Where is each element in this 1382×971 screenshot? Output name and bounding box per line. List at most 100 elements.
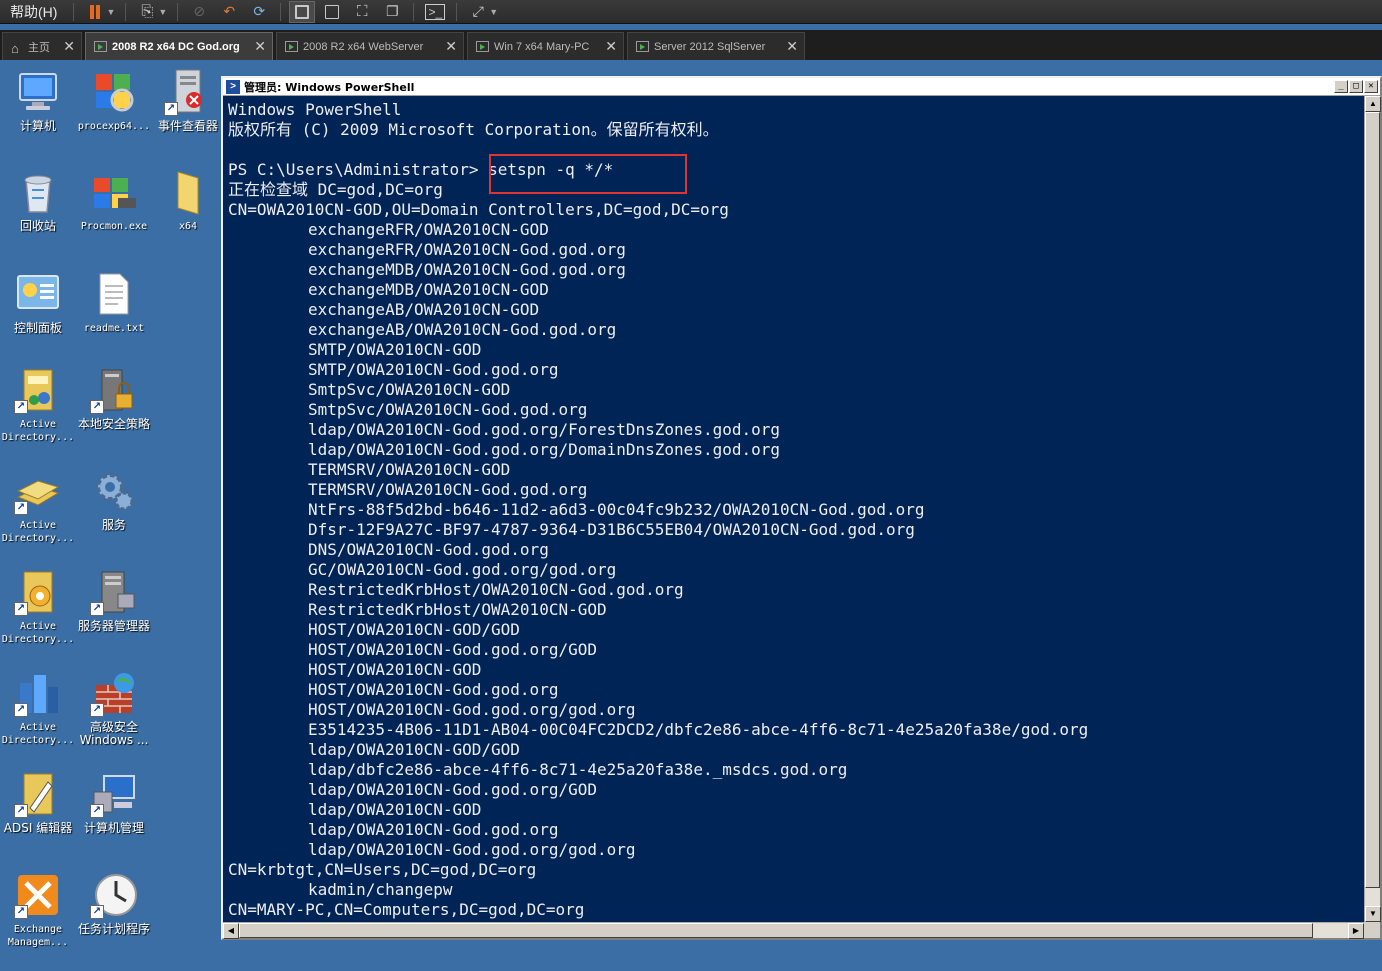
shortcut-arrow-icon: ↗ bbox=[90, 804, 104, 818]
command-highlight-box bbox=[489, 154, 687, 194]
desktop-icon-procexp[interactable]: procexp64... bbox=[76, 68, 152, 133]
ad-sites-icon: ↗ bbox=[14, 568, 62, 616]
revert-snapshot-icon[interactable]: ↶ bbox=[216, 1, 242, 23]
unity-icon[interactable]: ❐ bbox=[379, 1, 405, 23]
control-panel-icon bbox=[14, 270, 62, 318]
firewall-icon: ↗ bbox=[90, 669, 138, 717]
console-line: SmtpSvc/OWA2010CN-GOD bbox=[308, 380, 511, 399]
console-line: SMTP/OWA2010CN-GOD bbox=[308, 340, 482, 359]
send-keys-dropdown-icon[interactable]: ▼ bbox=[158, 7, 167, 17]
desktop-icon-adsi-edit[interactable]: ↗ ADSI 编辑器 bbox=[0, 770, 76, 835]
close-icon[interactable]: ✕ bbox=[605, 38, 617, 55]
tab-sqlserver[interactable]: Server 2012 SqlServer ✕ bbox=[627, 32, 805, 60]
close-icon[interactable]: ✕ bbox=[254, 38, 266, 55]
console-line: exchangeMDB/OWA2010CN-GOD bbox=[308, 280, 549, 299]
console-line: CN=MARY-PC,CN=Computers,DC=god,DC=org bbox=[228, 900, 585, 919]
desktop-icon-label: 计算机 bbox=[19, 119, 56, 133]
desktop-icon-ad-admin-center[interactable]: ↗ Active Directory... bbox=[0, 669, 76, 747]
console-output[interactable]: Windows PowerShell 版权所有 (C) 2009 Microsof… bbox=[228, 100, 1088, 920]
scroll-up-icon[interactable]: ▲ bbox=[1365, 96, 1381, 112]
console-line: HOST/OWA2010CN-God.god.org bbox=[308, 680, 559, 699]
desktop-icon-recycle-bin[interactable]: 回收站 bbox=[0, 168, 76, 233]
console-area[interactable]: Windows PowerShell 版权所有 (C) 2009 Microsof… bbox=[223, 96, 1364, 922]
vm-running-icon bbox=[285, 41, 298, 52]
desktop-icon-label: Active Directory... bbox=[1, 419, 75, 443]
powershell-titlebar[interactable]: > 管理员: Windows PowerShell _ □ ✕ bbox=[223, 78, 1380, 96]
desktop-icon-computer[interactable]: 计算机 bbox=[0, 68, 76, 133]
tab-label: 2008 R2 x64 WebServer bbox=[303, 40, 424, 53]
console-view-icon[interactable]: >_ bbox=[422, 1, 448, 23]
thumbnail-view-icon[interactable] bbox=[319, 1, 345, 23]
ad-users-icon: ↗ bbox=[14, 366, 62, 414]
pause-icon[interactable] bbox=[82, 1, 108, 23]
desktop-icon-label: Active Directory... bbox=[1, 722, 75, 746]
help-menu[interactable]: 帮助(H) bbox=[0, 2, 67, 22]
snapshot-icon[interactable]: ⊘ bbox=[186, 1, 212, 23]
vm-running-icon bbox=[636, 41, 649, 52]
console-line: ldap/OWA2010CN-God.god.org bbox=[308, 820, 559, 839]
console-line: ldap/dbfc2e86-abce-4ff6-8c71-4e25a20fa38… bbox=[308, 760, 848, 779]
desktop-icon-ad-domains[interactable]: ↗ Active Directory... bbox=[0, 467, 76, 545]
tab-dc-god[interactable]: 2008 R2 x64 DC God.org ✕ bbox=[85, 32, 273, 60]
horizontal-scroll-thumb[interactable] bbox=[239, 923, 1313, 938]
ad-domains-icon: ↗ bbox=[14, 467, 62, 515]
stretch-guest-icon[interactable]: ⤢ bbox=[465, 1, 491, 23]
ad-admin-center-icon: ↗ bbox=[14, 669, 62, 717]
close-icon[interactable]: ✕ bbox=[786, 38, 798, 55]
desktop-icon-x64-folder[interactable]: x64 bbox=[150, 168, 226, 233]
toolbar-separator bbox=[125, 2, 127, 21]
desktop-icon-label: 本地安全策略 bbox=[77, 417, 150, 431]
shortcut-arrow-icon: ↗ bbox=[14, 905, 28, 919]
tab-mary-pc[interactable]: Win 7 x64 Mary-PC ✕ bbox=[467, 32, 624, 60]
desktop-icon-server-manager[interactable]: ↗ 服务器管理器 bbox=[76, 568, 152, 633]
minimize-button[interactable]: _ bbox=[1334, 80, 1348, 93]
tab-webserver[interactable]: 2008 R2 x64 WebServer ✕ bbox=[276, 32, 464, 60]
desktop-icon-label: ADSI 编辑器 bbox=[3, 821, 73, 835]
stretch-dropdown-icon[interactable]: ▼ bbox=[489, 7, 498, 17]
pause-dropdown-icon[interactable]: ▼ bbox=[106, 7, 115, 17]
desktop-icon-local-security[interactable]: ↗ 本地安全策略 bbox=[76, 366, 152, 431]
shortcut-arrow-icon: ↗ bbox=[14, 400, 28, 414]
desktop-icon-label: 回收站 bbox=[19, 219, 56, 233]
desktop-icon-event-viewer[interactable]: ↗ 事件查看器 bbox=[150, 68, 226, 133]
close-icon[interactable]: ✕ bbox=[63, 38, 75, 55]
desktop-icon-label: 高级安全 Windows ... bbox=[79, 720, 149, 747]
desktop-icon-control-panel[interactable]: 控制面板 bbox=[0, 270, 76, 335]
desktop-icon-services[interactable]: 服务 bbox=[76, 467, 152, 532]
console-line: SmtpSvc/OWA2010CN-God.god.org bbox=[308, 400, 588, 419]
desktop-icon-procmon[interactable]: Procmon.exe bbox=[76, 168, 152, 233]
console-line: ldap/OWA2010CN-GOD bbox=[308, 800, 482, 819]
snapshot-manager-icon[interactable]: ⟳ bbox=[246, 1, 272, 23]
maximize-button[interactable]: □ bbox=[1349, 80, 1363, 93]
desktop-icon-task-scheduler[interactable]: ↗ 任务计划程序 bbox=[76, 871, 152, 936]
desktop-icon-ad-users[interactable]: ↗ Active Directory... bbox=[0, 366, 76, 444]
desktop-icon-firewall[interactable]: ↗ 高级安全 Windows ... bbox=[76, 669, 152, 747]
shortcut-arrow-icon: ↗ bbox=[14, 602, 28, 616]
scroll-right-icon[interactable]: ▶ bbox=[1348, 923, 1364, 939]
powershell-icon: > bbox=[226, 79, 240, 94]
vertical-scrollbar[interactable]: ▲ ▼ bbox=[1364, 96, 1381, 922]
desktop-icon-computer-management[interactable]: ↗ 计算机管理 bbox=[76, 770, 152, 835]
desktop-icon-readme[interactable]: readme.txt bbox=[76, 270, 152, 335]
library-view-icon[interactable] bbox=[289, 0, 316, 23]
desktop-icon-label: Exchange Managem... bbox=[7, 924, 69, 948]
scroll-left-icon[interactable]: ◀ bbox=[223, 923, 239, 939]
fullscreen-icon[interactable]: ⛶ bbox=[349, 1, 375, 23]
vertical-scroll-thumb[interactable] bbox=[1365, 112, 1380, 888]
services-icon bbox=[90, 467, 138, 515]
send-keys-icon[interactable]: ⎘ bbox=[134, 1, 160, 23]
shortcut-arrow-icon: ↗ bbox=[90, 400, 104, 414]
close-button[interactable]: ✕ bbox=[1364, 80, 1378, 93]
scroll-down-icon[interactable]: ▼ bbox=[1365, 906, 1381, 922]
toolbar-separator bbox=[177, 2, 179, 21]
tab-home[interactable]: 主页 ✕ bbox=[2, 32, 82, 60]
desktop-icon-ad-sites[interactable]: ↗ Active Directory... bbox=[0, 568, 76, 646]
powershell-window[interactable]: > 管理员: Windows PowerShell _ □ ✕ Windows … bbox=[221, 76, 1382, 940]
console-line: kadmin/changepw bbox=[308, 880, 453, 899]
horizontal-scrollbar[interactable]: ◀ ▶ bbox=[223, 922, 1364, 939]
console-line: CN=OWA2010CN-GOD,OU=Domain Controllers,D… bbox=[228, 200, 729, 219]
desktop-icon-label: x64 bbox=[178, 221, 198, 232]
close-icon[interactable]: ✕ bbox=[445, 38, 457, 55]
desktop-icon-exchange[interactable]: ↗ Exchange Managem... bbox=[0, 871, 76, 949]
desktop-icon-label: 服务 bbox=[101, 518, 126, 532]
